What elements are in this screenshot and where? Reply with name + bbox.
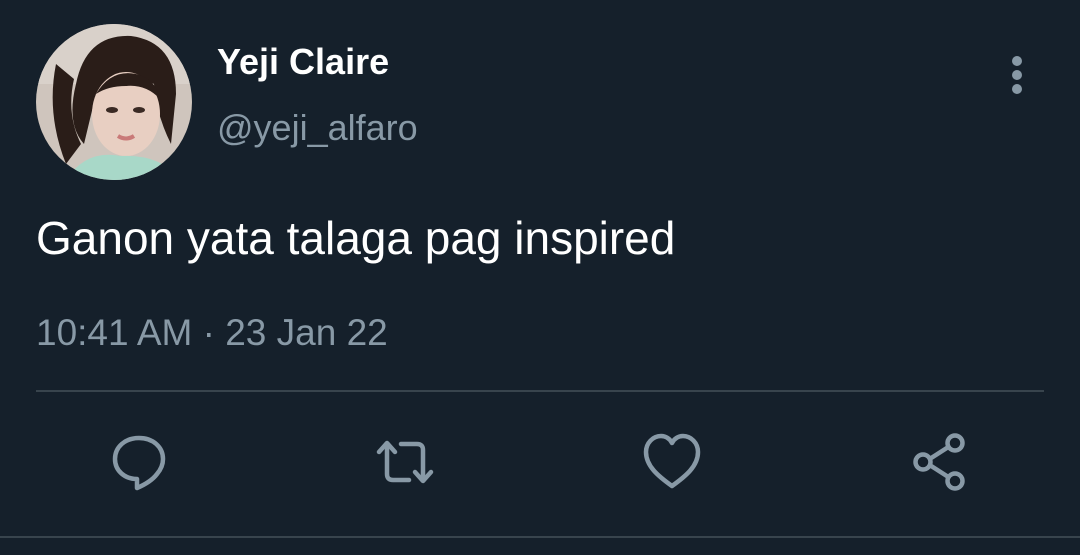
user-handle[interactable]: @yeji_alfaro <box>217 108 418 148</box>
like-button[interactable] <box>640 430 704 494</box>
heart-icon <box>643 433 701 489</box>
tweet-text: Ganon yata talaga pag inspired <box>36 212 676 264</box>
more-vertical-icon <box>1012 56 1022 94</box>
bottom-divider <box>0 536 1080 538</box>
avatar-image <box>36 24 192 180</box>
avatar[interactable] <box>36 24 192 180</box>
reply-button[interactable] <box>107 430 171 494</box>
retweet-button[interactable] <box>373 430 437 494</box>
divider <box>36 390 1044 392</box>
share-icon <box>913 433 965 491</box>
share-button[interactable] <box>907 430 971 494</box>
more-options-button[interactable] <box>996 54 1038 98</box>
display-name[interactable]: Yeji Claire <box>217 42 389 82</box>
retweet-icon <box>376 440 434 484</box>
reply-icon <box>112 435 166 491</box>
tweet-timestamp[interactable]: 10:41 AM · 23 Jan 22 <box>36 312 388 354</box>
